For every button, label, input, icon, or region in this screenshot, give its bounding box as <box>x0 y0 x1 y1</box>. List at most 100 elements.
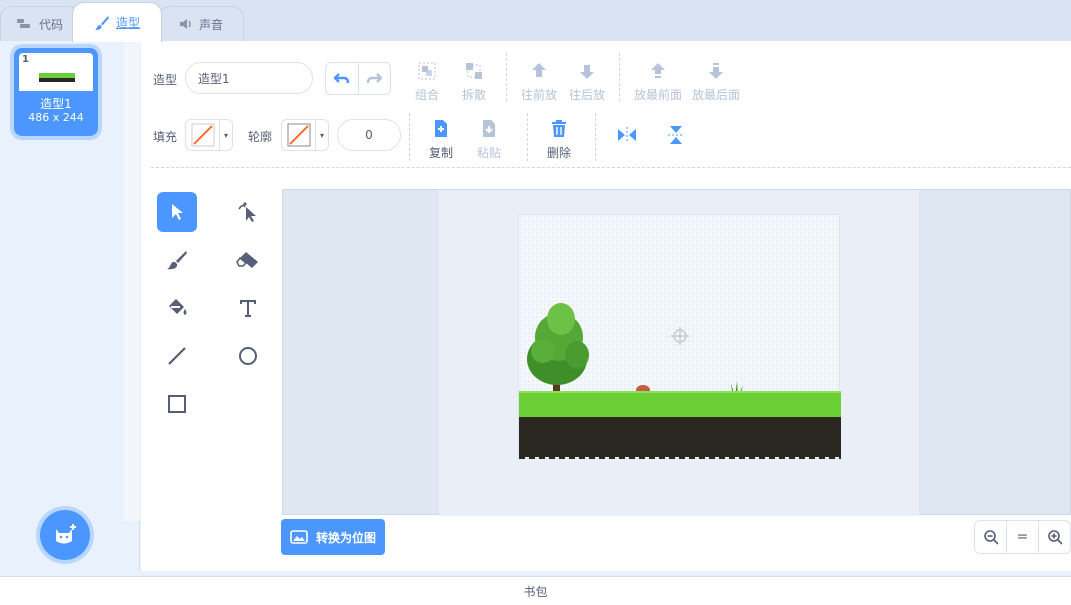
eraser-icon <box>236 252 258 268</box>
backward-label: 往后放 <box>568 88 605 102</box>
flip-vertical-icon <box>668 126 684 144</box>
tab-bar: 代码 造型 声音 <box>0 0 1071 42</box>
reshape-tool[interactable] <box>228 192 268 232</box>
separator <box>595 113 596 161</box>
copy-button[interactable]: 复制 <box>419 117 463 161</box>
paint-editor: 造型 造型1 组合 拆散 往前放 往后放 放最前面 放最后面 填充 ▾ 轮廓 ▾… <box>141 41 1071 571</box>
text-icon <box>240 300 256 317</box>
separator <box>619 53 620 101</box>
toolbar-divider <box>151 167 1071 168</box>
backward-button[interactable]: 往后放 <box>565 59 609 103</box>
tab-code[interactable]: 代码 <box>0 6 80 41</box>
separator <box>527 113 528 161</box>
copy-icon <box>435 120 447 137</box>
separator <box>506 53 507 101</box>
delete-label: 删除 <box>546 146 571 160</box>
grass-layer <box>519 391 841 417</box>
group-button[interactable]: 组合 <box>405 59 449 103</box>
separator <box>409 113 410 161</box>
arrow-bottom-icon <box>709 63 723 79</box>
flip-horizontal-button[interactable] <box>605 123 649 150</box>
speaker-icon <box>179 19 191 29</box>
tab-sounds[interactable]: 声音 <box>158 6 244 41</box>
costume-size: 486 x 244 <box>28 111 84 124</box>
tab-costumes-label: 造型 <box>115 16 140 30</box>
undo-button[interactable] <box>326 63 359 94</box>
rectangle-tool[interactable] <box>157 384 197 424</box>
forward-label: 往前放 <box>520 88 557 102</box>
chevron-down-icon: ▾ <box>319 130 324 140</box>
paste-label: 粘贴 <box>476 146 501 160</box>
code-icon <box>16 19 30 28</box>
ungroup-icon <box>466 63 482 79</box>
arrow-down-icon <box>580 65 594 79</box>
convert-label: 转换为位图 <box>315 530 376 545</box>
delete-button[interactable]: 删除 <box>537 117 581 161</box>
add-costume-button[interactable] <box>40 510 90 560</box>
image-icon <box>290 530 308 544</box>
pointer-icon <box>172 204 183 220</box>
crosshair-icon <box>671 327 689 345</box>
front-label: 放最前面 <box>633 88 682 102</box>
trash-icon <box>552 120 566 137</box>
zoom-in-icon <box>1047 530 1063 545</box>
forward-button[interactable]: 往前放 <box>517 59 561 103</box>
costume-name: 造型1 <box>40 97 72 111</box>
costume-list-scrollbar[interactable] <box>124 41 140 521</box>
outline-color-picker[interactable]: ▾ <box>281 119 329 151</box>
paste-button[interactable]: 粘贴 <box>467 117 511 161</box>
brush-icon <box>167 251 187 270</box>
line-icon <box>168 347 186 365</box>
copy-label: 复制 <box>428 146 453 160</box>
zoom-controls: = <box>974 520 1071 554</box>
costume-artwork[interactable] <box>518 214 841 459</box>
zoom-reset-button[interactable]: = <box>1007 521 1039 553</box>
cat-add-icon <box>56 524 76 544</box>
chevron-down-icon: ▾ <box>223 130 228 140</box>
redo-button[interactable] <box>359 63 391 94</box>
no-color-icon <box>287 123 310 147</box>
text-tool[interactable] <box>228 288 268 328</box>
fill-color-picker[interactable]: ▾ <box>185 119 233 151</box>
back-button[interactable]: 放最后面 <box>687 59 745 103</box>
flip-vertical-button[interactable] <box>654 123 698 150</box>
paint-canvas[interactable] <box>282 189 1071 516</box>
arrow-up-icon <box>532 63 546 77</box>
front-button[interactable]: 放最前面 <box>629 59 687 103</box>
select-tool[interactable] <box>157 192 197 232</box>
circle-tool[interactable] <box>228 336 268 376</box>
eraser-tool[interactable] <box>228 240 268 280</box>
reshape-icon <box>238 202 256 222</box>
fill-label: 填充 <box>153 130 178 144</box>
outline-width-input[interactable]: 0 <box>337 119 401 151</box>
costume-list: 1 造型1 486 x 244 <box>0 41 140 571</box>
costume-name-input[interactable]: 造型1 <box>185 62 313 94</box>
backpack-bar[interactable]: 书包 <box>0 576 1071 605</box>
zoom-in-button[interactable] <box>1039 521 1070 553</box>
dirt-layer <box>519 417 841 457</box>
group-icon <box>418 62 436 80</box>
fill-tool[interactable] <box>157 288 197 328</box>
tab-costumes[interactable]: 造型 <box>72 2 162 42</box>
zoom-out-icon <box>983 530 999 545</box>
costume-item[interactable]: 1 造型1 486 x 244 <box>14 48 98 136</box>
paste-icon <box>483 120 495 137</box>
back-label: 放最后面 <box>691 88 740 102</box>
brush-tool[interactable] <box>157 240 197 280</box>
undo-redo-group <box>325 62 391 95</box>
redo-icon <box>367 72 383 83</box>
brush-icon <box>94 15 109 30</box>
costume-name-label: 造型 <box>153 73 178 87</box>
arrow-top-icon <box>651 63 665 78</box>
costume-number: 1 <box>22 54 29 65</box>
dirt-edge <box>519 453 841 459</box>
zoom-out-button[interactable] <box>975 521 1007 553</box>
line-tool[interactable] <box>157 336 197 376</box>
tab-code-label: 代码 <box>38 17 63 32</box>
convert-to-bitmap-button[interactable]: 转换为位图 <box>281 519 385 555</box>
ungroup-button[interactable]: 拆散 <box>452 59 496 103</box>
bucket-icon <box>169 299 187 315</box>
backpack-label: 书包 <box>523 584 548 599</box>
thumb-dirt <box>39 78 75 82</box>
circle-icon <box>239 347 257 365</box>
